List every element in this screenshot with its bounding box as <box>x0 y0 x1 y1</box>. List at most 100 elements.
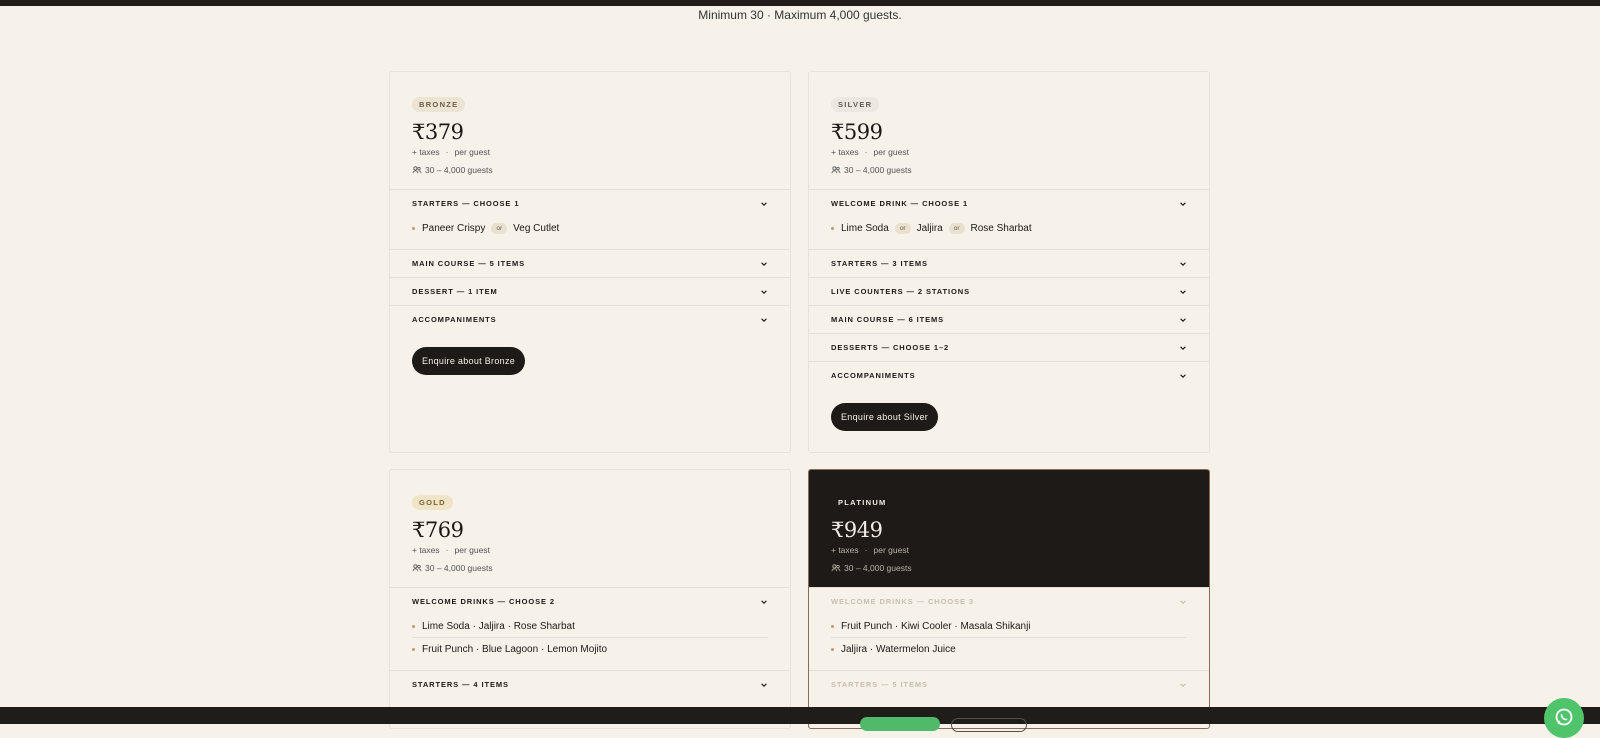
guest-count: 30 – 4,000 guests <box>412 165 768 175</box>
card-header: SILVER ₹599 + taxes · per guest 30 – 4,000… <box>809 72 1209 189</box>
tier-badge: PLATINUM <box>838 498 887 507</box>
list-item: Paneer Crispy or Veg Cutlet <box>412 217 768 239</box>
enquire-button[interactable]: Enquire about Bronze <box>412 347 526 375</box>
menu-section: STARTERS — 3 ITEMS <box>809 249 1209 277</box>
guest-range: 30 – 4,000 guests <box>844 165 912 175</box>
chevron-down-icon <box>1180 201 1186 206</box>
whatsapp-icon <box>1555 708 1573 726</box>
accept-button[interactable] <box>860 717 940 731</box>
section-title: DESSERT — 1 ITEM <box>412 287 498 296</box>
chevron-down-icon <box>761 289 767 294</box>
package-card-bronze: BRONZE ₹379 + taxes · per guest 30 – 4,000… <box>389 71 791 453</box>
chevron-down-icon <box>761 317 767 322</box>
section-toggle[interactable]: DESSERTS — CHOOSE 1–2 <box>809 334 1209 361</box>
per-guest-label: per guest <box>454 545 490 555</box>
price-note: + taxes · per guest <box>412 147 490 157</box>
menu-section: WELCOME DRINKS — CHOOSE 3 Fruit Punch · … <box>809 587 1209 670</box>
bullet <box>412 226 415 230</box>
section-title: STARTERS — 3 ITEMS <box>831 259 928 268</box>
menu-section: ACCOMPANIMENTS <box>390 305 790 333</box>
menu-section: DESSERTS — CHOOSE 1–2 <box>809 333 1209 361</box>
chevron-down-icon <box>761 261 767 266</box>
or-pill: or <box>894 222 911 234</box>
or-pill: or <box>491 222 508 234</box>
section-title: WELCOME DRINK — CHOOSE 1 <box>831 199 969 208</box>
chevron-down-icon <box>1180 317 1186 322</box>
bullet <box>831 624 834 628</box>
item-text: Lime Soda <box>841 222 889 234</box>
section-toggle[interactable]: MAIN COURSE — 5 ITEMS <box>390 250 790 277</box>
section-toggle[interactable]: STARTERS — 3 ITEMS <box>809 250 1209 277</box>
menu-section: WELCOME DRINKS — CHOOSE 2 Lime Soda · Ja… <box>390 587 790 670</box>
package-card-silver: SILVER ₹599 + taxes · per guest 30 – 4,000… <box>808 71 1210 453</box>
item-text: Fruit Punch · Kiwi Cooler · Masala Shika… <box>841 620 1031 632</box>
bullet <box>412 647 415 651</box>
taxes-label: + taxes <box>831 147 859 157</box>
section-toggle[interactable]: STARTERS — 5 ITEMS <box>809 671 1209 698</box>
guest-count: 30 – 4,000 guests <box>412 563 768 573</box>
per-guest-label: per guest <box>873 545 909 555</box>
menu-section: DESSERT — 1 ITEM <box>390 277 790 305</box>
section-title: STARTERS — 5 ITEMS <box>831 680 928 689</box>
chevron-down-icon <box>1180 261 1186 266</box>
card-header: GOLD ₹769 + taxes · per guest 30 – 4,000 g… <box>390 470 790 587</box>
section-body: Lime Soda or Jaljira or Rose Sharbat <box>809 217 1209 249</box>
menu-section: STARTERS — 5 ITEMS <box>809 670 1209 698</box>
menu-section: STARTERS — CHOOSE 1 Paneer Crispy or Veg C… <box>390 189 790 249</box>
cookie-banner <box>0 707 1600 724</box>
whatsapp-button[interactable] <box>1544 698 1584 738</box>
item-text: Jaljira <box>916 222 943 234</box>
tier-badge: GOLD <box>412 495 453 510</box>
section-toggle[interactable]: WELCOME DRINKS — CHOOSE 3 <box>809 588 1209 615</box>
price: ₹599 <box>831 120 883 144</box>
section-toggle[interactable]: WELCOME DRINK — CHOOSE 1 <box>809 190 1209 217</box>
bullet <box>831 647 834 651</box>
list-item: Lime Soda or Jaljira or Rose Sharbat <box>831 217 1187 239</box>
users-icon <box>831 564 841 572</box>
users-icon <box>831 166 841 174</box>
chevron-down-icon <box>1180 289 1186 294</box>
enquire-button[interactable]: Enquire about Silver <box>831 403 939 431</box>
list-item: Jaljira · Watermelon Juice <box>831 637 1187 660</box>
decline-button[interactable] <box>951 718 1027 732</box>
price: ₹949 <box>831 518 883 542</box>
section-toggle[interactable]: ACCOMPANIMENTS <box>809 362 1209 389</box>
guest-count: 30 – 4,000 guests <box>831 563 1187 573</box>
section-toggle[interactable]: WELCOME DRINKS — CHOOSE 2 <box>390 588 790 615</box>
tier-badge: BRONZE <box>412 97 466 112</box>
item-text: Paneer Crispy <box>422 222 486 234</box>
price-note: + taxes · per guest <box>412 545 490 555</box>
section-toggle[interactable]: STARTERS — CHOOSE 1 <box>390 190 790 217</box>
section-body: Paneer Crispy or Veg Cutlet <box>390 217 790 249</box>
bullet <box>412 624 415 628</box>
section-title: LIVE COUNTERS — 2 STATIONS <box>831 287 970 296</box>
menu-section: LIVE COUNTERS — 2 STATIONS <box>809 277 1209 305</box>
chevron-down-icon <box>1180 373 1186 378</box>
chevron-down-icon <box>761 201 767 206</box>
section-title: ACCOMPANIMENTS <box>412 315 497 324</box>
tier-badge: SILVER <box>831 97 880 112</box>
section-title: MAIN COURSE — 6 ITEMS <box>831 315 945 324</box>
item-text: Lime Soda · Jaljira · Rose Sharbat <box>422 620 575 632</box>
guest-range: 30 – 4,000 guests <box>425 165 493 175</box>
taxes-label: + taxes <box>831 545 859 555</box>
price: ₹379 <box>412 120 464 144</box>
price-note: + taxes · per guest <box>831 545 909 555</box>
list-item: Fruit Punch · Kiwi Cooler · Masala Shika… <box>831 615 1187 637</box>
users-icon <box>412 564 422 572</box>
section-toggle[interactable]: ACCOMPANIMENTS <box>390 306 790 333</box>
chevron-down-icon <box>1180 345 1186 350</box>
chevron-down-icon <box>1180 682 1186 687</box>
section-toggle[interactable]: DESSERT — 1 ITEM <box>390 278 790 305</box>
chevron-down-icon <box>761 682 767 687</box>
taxes-label: + taxes <box>412 147 440 157</box>
chevron-down-icon <box>1180 599 1186 604</box>
menu-section: MAIN COURSE — 6 ITEMS <box>809 305 1209 333</box>
menu-section: WELCOME DRINK — CHOOSE 1 Lime Soda or Jalj… <box>809 189 1209 249</box>
menu-section: STARTERS — 4 ITEMS <box>390 670 790 698</box>
per-guest-label: per guest <box>873 147 909 157</box>
guest-range: 30 – 4,000 guests <box>844 563 912 573</box>
section-toggle[interactable]: LIVE COUNTERS — 2 STATIONS <box>809 278 1209 305</box>
section-toggle[interactable]: STARTERS — 4 ITEMS <box>390 671 790 698</box>
section-toggle[interactable]: MAIN COURSE — 6 ITEMS <box>809 306 1209 333</box>
